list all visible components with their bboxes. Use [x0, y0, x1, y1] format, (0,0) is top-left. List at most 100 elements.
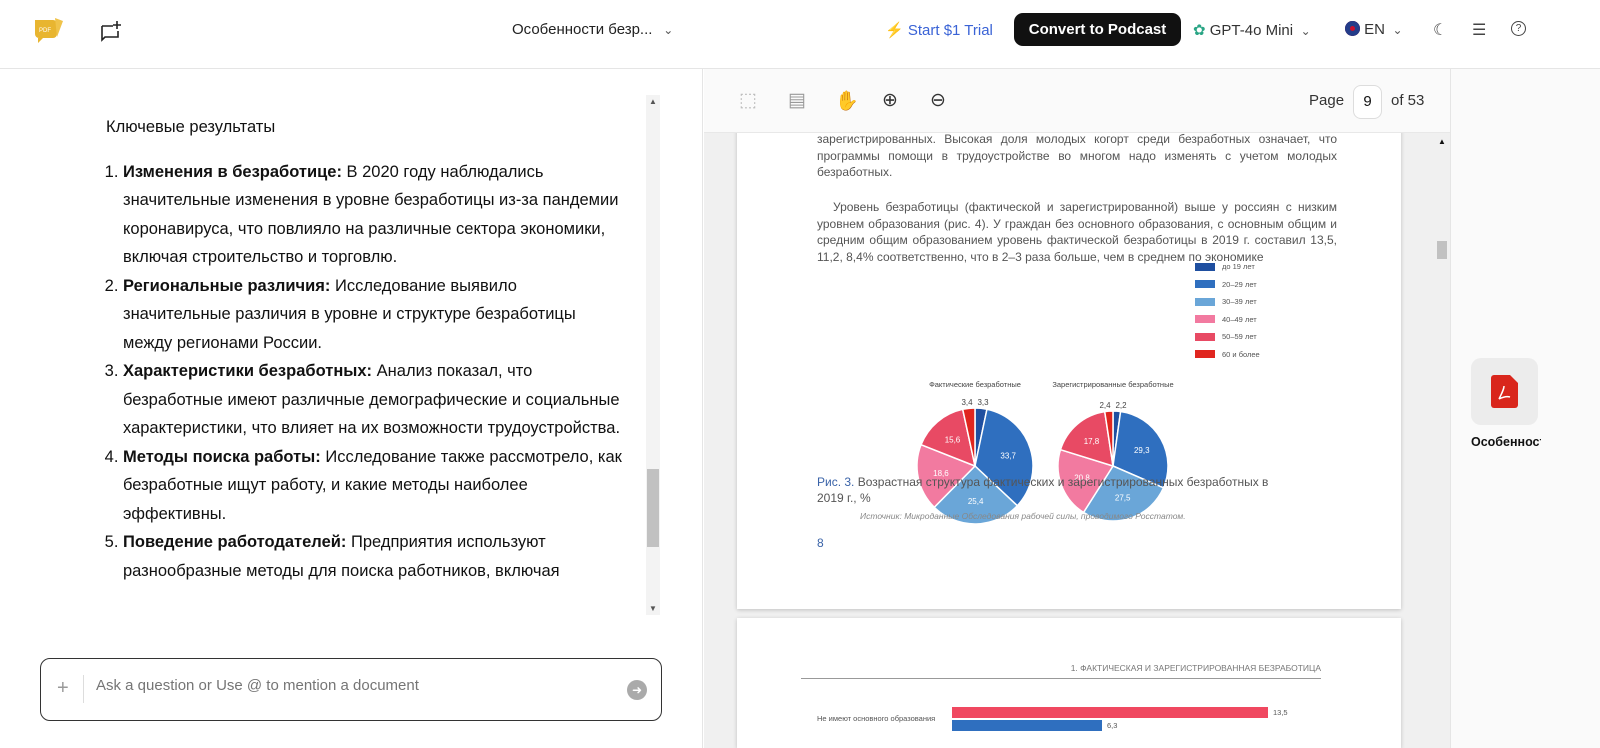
pie-charts: Фактические безработные3,333,725,418,615…: [916, 380, 1174, 525]
document-title: Особенности безр...: [512, 21, 653, 38]
lightning-icon: ⚡: [885, 22, 904, 39]
chart-legend: до 19 лет 20–29 лет 30–39 лет 40–49 лет 50–5…: [1195, 258, 1260, 363]
model-selector[interactable]: ✿ GPT-4o Mini ⌄: [1193, 21, 1311, 39]
item-title: Поведение работодателей:: [123, 533, 347, 551]
svg-text:PDF: PDF: [39, 28, 51, 34]
legend-item: 40–49 лет: [1195, 311, 1260, 329]
send-icon[interactable]: ➜: [627, 680, 647, 700]
start-trial-button[interactable]: ⚡ Start $1 Trial: [885, 21, 993, 39]
list-item: Характеристики безработных: Анализ показ…: [123, 357, 626, 443]
item-title: Региональные различия:: [123, 276, 331, 295]
legend-label: 30–39 лет: [1222, 297, 1257, 307]
list-item: Региональные различия: Исследование выяв…: [123, 272, 626, 358]
legend-swatch: [1195, 315, 1215, 324]
page-number: 8: [817, 536, 824, 550]
header: PDF Особенности безр... ⌄ ⚡ Start $1 Tri…: [0, 0, 1600, 69]
chevron-down-icon: ⌄: [1297, 24, 1311, 38]
data-label: 3,3: [977, 398, 989, 407]
bar-value: 6,3: [1107, 721, 1118, 730]
legend-swatch: [1195, 332, 1215, 341]
list-item: Поведение работодателей: Предприятия исп…: [123, 528, 626, 585]
data-label: 3,4: [961, 398, 973, 407]
scrollbar-thumb[interactable]: [1437, 241, 1447, 259]
page-view-icon[interactable]: ▤: [788, 89, 806, 112]
select-text-icon[interactable]: ⬚: [739, 89, 757, 112]
new-chat-icon[interactable]: [100, 20, 122, 42]
pdf-page: зарегистрированных. Высокая доля молодых…: [737, 69, 1401, 609]
zoom-out-icon[interactable]: ⊖: [930, 89, 946, 112]
data-label: 17,8: [1084, 437, 1100, 446]
page-label: Page: [1309, 92, 1345, 109]
scroll-up-arrow[interactable]: ▲: [646, 97, 660, 106]
chat-message: Ключевые результаты Изменения в безработ…: [106, 113, 626, 585]
item-title: Изменения в безработице:: [123, 162, 342, 181]
legend-swatch: [1195, 280, 1215, 289]
chat-input[interactable]: [96, 677, 616, 694]
section-header: 1. ФАКТИЧЕСКАЯ И ЗАРЕГИСТРИРОВАННАЯ БЕЗР…: [1070, 663, 1321, 673]
add-attachment-icon[interactable]: +: [57, 677, 69, 700]
legend-item: 20–29 лет: [1195, 276, 1260, 294]
pdf-page-next: 1. ФАКТИЧЕСКАЯ И ЗАРЕГИСТРИРОВАННАЯ БЕЗР…: [737, 618, 1401, 748]
divider: [801, 678, 1321, 679]
list-item: Изменения в безработице: В 2020 году наб…: [123, 158, 626, 272]
page-number-input[interactable]: 9: [1353, 85, 1382, 119]
data-label: 33,7: [1000, 452, 1016, 461]
bar-value: 13,5: [1273, 708, 1288, 717]
item-title: Характеристики безработных:: [123, 362, 373, 380]
caption-text: Возрастная структура фактических и зарег…: [817, 475, 1269, 505]
data-label: 29,3: [1134, 446, 1150, 455]
chevron-down-icon: ⌄: [1389, 23, 1403, 37]
model-label: GPT-4o Mini: [1209, 22, 1294, 39]
zoom-in-icon[interactable]: ⊕: [882, 89, 898, 112]
caption-number: Рис. 3.: [817, 475, 855, 489]
pie-title: Фактические безработные: [929, 380, 1021, 389]
document-card[interactable]: [1471, 358, 1538, 425]
trial-label: Start $1 Trial: [907, 22, 993, 39]
legend-swatch: [1195, 297, 1215, 306]
hand-pan-icon[interactable]: ✋: [835, 89, 859, 113]
figure-source: Источник: Микроданные Обследования рабоч…: [860, 511, 1186, 521]
dark-mode-icon[interactable]: ☾: [1433, 20, 1447, 40]
legend-swatch: [1195, 350, 1215, 359]
openai-icon: ✿: [1193, 22, 1206, 39]
bar: [952, 707, 1268, 718]
bar: [952, 720, 1102, 731]
list-item: Методы поиска работы: Исследование также…: [123, 443, 626, 529]
legend-item: до 19 лет: [1195, 258, 1260, 276]
documents-sidebar: Особенности безработицы: [1450, 69, 1600, 748]
help-icon[interactable]: ?: [1511, 21, 1526, 36]
document-name: Особенности безработицы: [1471, 435, 1541, 449]
legend-label: 60 и более: [1222, 349, 1260, 359]
legend-item: 50–59 лет: [1195, 328, 1260, 346]
legend-swatch: [1195, 262, 1215, 271]
language-selector[interactable]: EN ⌄: [1345, 21, 1403, 38]
page-count: of 53: [1391, 92, 1425, 109]
scroll-up-arrow[interactable]: ▲: [1434, 137, 1450, 146]
data-label: 15,6: [945, 435, 961, 444]
data-label: 2,4: [1099, 401, 1111, 410]
message-heading: Ключевые результаты: [106, 118, 276, 136]
data-label: 2,2: [1115, 401, 1127, 410]
legend-item: 30–39 лет: [1195, 293, 1260, 311]
uk-flag-icon: [1345, 21, 1360, 36]
legend-label: до 19 лет: [1222, 262, 1255, 272]
pdf-viewer: ⬚ ▤ ✋ ⊕ ⊖ Page 9 of 53 зарегистрированны…: [704, 69, 1450, 748]
document-selector[interactable]: Особенности безр... ⌄: [512, 21, 673, 38]
chat-input-box: + ➜: [40, 658, 662, 721]
divider: [83, 675, 84, 703]
pdf-toolbar: ⬚ ▤ ✋ ⊕ ⊖ Page 9 of 53: [704, 69, 1450, 133]
legend-label: 50–59 лет: [1222, 332, 1257, 342]
chat-panel: Ключевые результаты Изменения в безработ…: [0, 69, 703, 748]
figure-caption: Рис. 3. Возрастная структура фактических…: [817, 474, 1297, 506]
chevron-down-icon: ⌄: [656, 23, 674, 37]
chat-scrollbar[interactable]: ▲ ▼: [646, 95, 660, 615]
legend-item: 60 и более: [1195, 346, 1260, 364]
pdf-scrollbar[interactable]: ▲: [1434, 133, 1450, 748]
settings-sliders-icon[interactable]: ☰: [1472, 20, 1486, 40]
convert-to-podcast-button[interactable]: Convert to Podcast: [1014, 13, 1181, 46]
scroll-down-arrow[interactable]: ▼: [646, 604, 660, 613]
bar-label: Не имеют основного образования: [817, 714, 936, 723]
scrollbar-thumb[interactable]: [647, 469, 659, 547]
legend-label: 40–49 лет: [1222, 314, 1257, 324]
app-logo[interactable]: PDF: [33, 16, 65, 44]
